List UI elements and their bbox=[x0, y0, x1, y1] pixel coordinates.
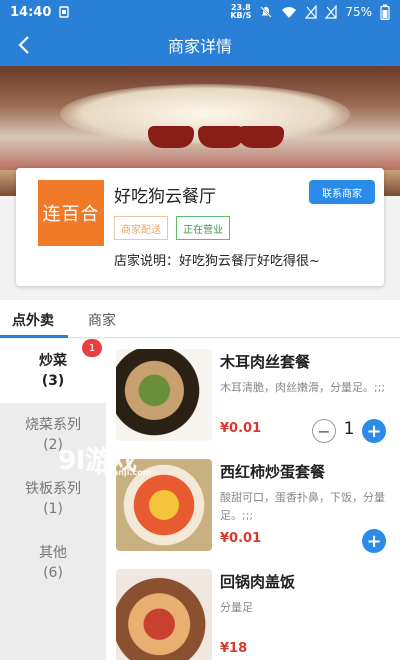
cart-count-badge: 1 bbox=[82, 339, 102, 357]
tab-takeout[interactable]: 点外卖 bbox=[12, 310, 54, 330]
decrease-quantity-button[interactable]: − bbox=[312, 419, 336, 443]
delivery-tag: 商家配送 bbox=[114, 216, 168, 240]
tab-shop[interactable]: 商家 bbox=[88, 310, 116, 330]
tab-bar: 点外卖 商家 bbox=[0, 300, 400, 338]
back-arrow-icon[interactable] bbox=[12, 32, 36, 58]
battery-icon bbox=[380, 4, 390, 20]
open-status-tag: 正在营业 bbox=[176, 216, 230, 240]
shop-info-card: 连百合 好吃狗云餐厅 商家配送 正在营业 联系商家 店家说明：好吃狗云餐厅好吃得… bbox=[16, 168, 384, 286]
dish-price: ¥18 bbox=[220, 641, 248, 656]
increase-quantity-button[interactable]: + bbox=[362, 419, 386, 443]
menu-item: 西红柿炒蛋套餐 酸甜可口，蛋香扑鼻，下饭，分量足。;;; ¥0.01 + bbox=[106, 449, 400, 559]
dish-name: 西红柿炒蛋套餐 bbox=[220, 463, 326, 481]
dish-image[interactable] bbox=[116, 349, 212, 441]
dish-image[interactable] bbox=[116, 569, 212, 660]
menu-item: 木耳肉丝套餐 木耳清脆，肉丝嫩滑，分量足。;;; ¥0.01 − 1 + bbox=[106, 339, 400, 449]
status-time: 14:40 bbox=[10, 4, 52, 20]
dish-price: ¥0.01 bbox=[220, 421, 262, 436]
category-name: 铁板系列 bbox=[25, 481, 81, 497]
banner-lamp bbox=[238, 126, 284, 148]
dish-description: 酸甜可口，蛋香扑鼻，下饭，分量足。;;; bbox=[220, 491, 385, 522]
dish-quantity: 1 bbox=[343, 419, 355, 439]
mute-bell-icon bbox=[260, 6, 273, 18]
navbar: 商家详情 bbox=[0, 24, 400, 66]
dish-name: 回锅肉盖饭 bbox=[220, 573, 296, 591]
wifi-icon bbox=[282, 7, 297, 18]
category-name: 烧菜系列 bbox=[25, 417, 81, 433]
shop-description: 店家说明：好吃狗云餐厅好吃得很~ bbox=[114, 254, 320, 269]
status-bar: 14:40 23.8 KB/S 75% bbox=[0, 0, 400, 24]
sim-icon bbox=[59, 6, 70, 18]
signal-icon-2 bbox=[325, 5, 337, 19]
shop-name: 好吃狗云餐厅 bbox=[114, 187, 216, 207]
status-right: 23.8 KB/S 75% bbox=[230, 4, 390, 20]
watermark-url: 91danji.com bbox=[312, 640, 374, 650]
category-sidebar: 炒菜 (3) 烧菜系列 (2) 铁板系列 (1) 其他 (6) bbox=[0, 339, 106, 660]
category-name: 炒菜 bbox=[39, 353, 67, 369]
category-name: 其他 bbox=[39, 545, 67, 561]
dish-price: ¥0.01 bbox=[220, 531, 262, 546]
category-count: (1) bbox=[43, 501, 63, 517]
banner-lamp bbox=[198, 126, 244, 148]
category-item-other[interactable]: 其他 (6) bbox=[0, 531, 106, 595]
network-speed: 23.8 KB/S bbox=[230, 3, 252, 20]
add-to-cart-button[interactable]: + bbox=[362, 529, 386, 553]
battery-percent: 75% bbox=[345, 5, 372, 19]
category-count: (6) bbox=[43, 565, 63, 581]
tab-underline bbox=[0, 335, 68, 338]
signal-icon bbox=[305, 5, 317, 19]
dish-name: 木耳肉丝套餐 bbox=[220, 353, 311, 371]
shop-logo: 连百合 bbox=[38, 180, 104, 246]
watermark-url: 91danji.com bbox=[96, 468, 152, 477]
contact-shop-button[interactable]: 联系商家 bbox=[309, 180, 375, 204]
dish-description: 木耳清脆，肉丝嫩滑，分量足。;;; bbox=[220, 381, 386, 394]
menu-list: 木耳肉丝套餐 木耳清脆，肉丝嫩滑，分量足。;;; ¥0.01 − 1 + 西红柿… bbox=[106, 339, 400, 660]
page-title: 商家详情 bbox=[167, 37, 232, 56]
category-count: (3) bbox=[41, 373, 65, 389]
banner-lamp bbox=[148, 126, 194, 148]
